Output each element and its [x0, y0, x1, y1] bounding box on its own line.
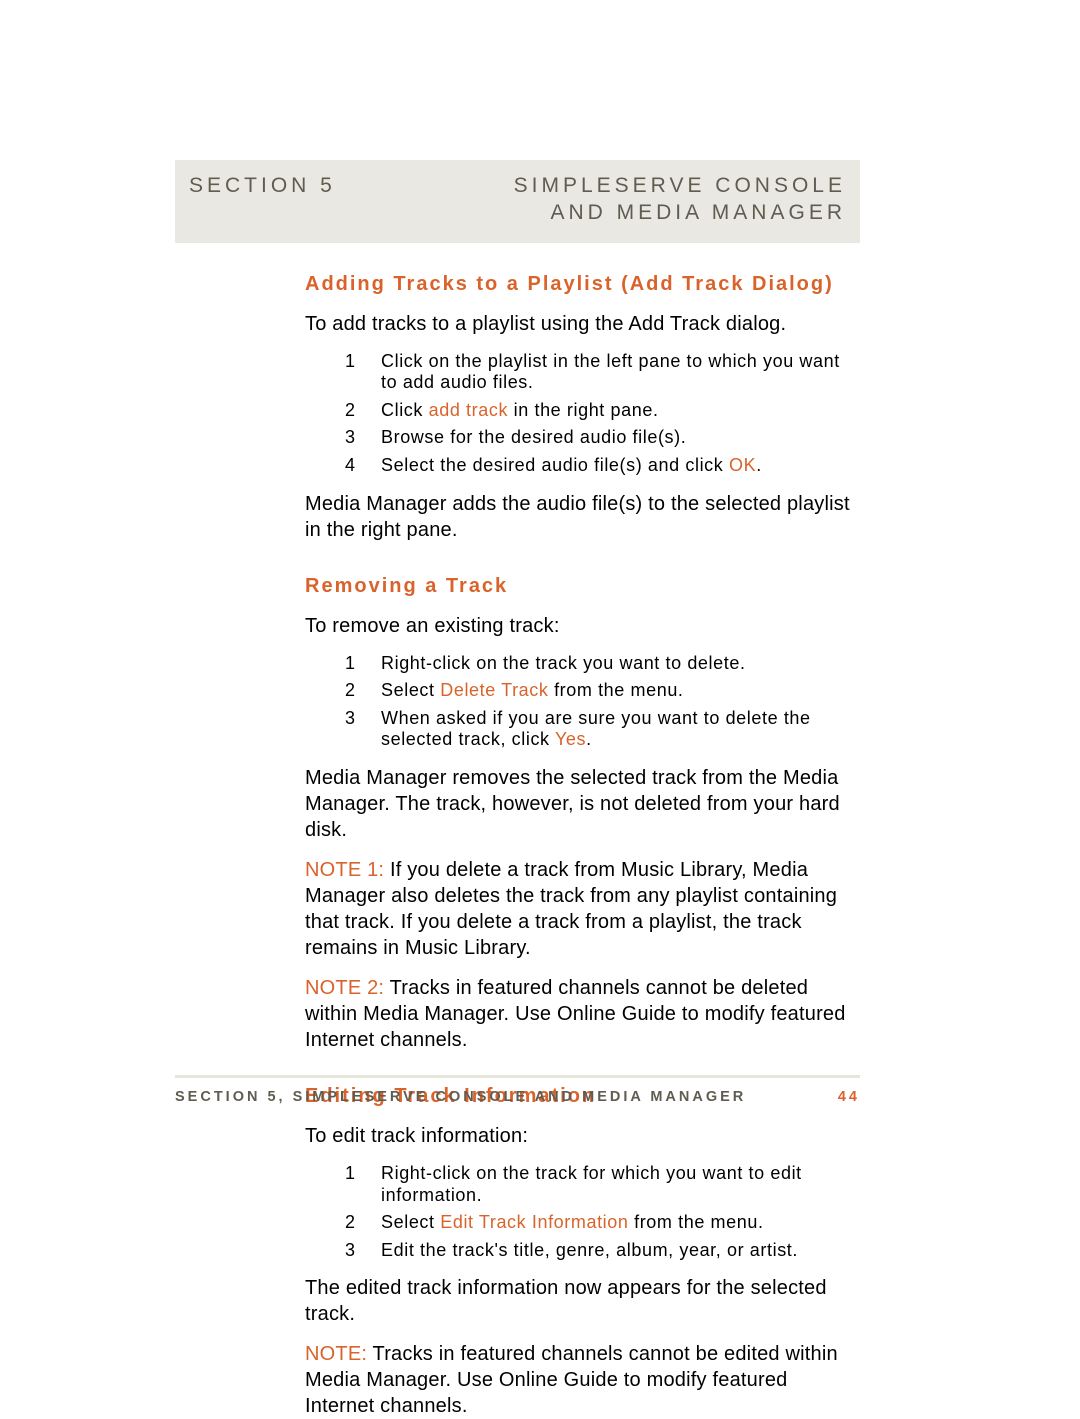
adding-steps: Click on the playlist in the left pane t… [345, 351, 860, 477]
page-number: 44 [838, 1088, 860, 1107]
section-title-line1: SIMPLESERVE CONSOLE [514, 172, 846, 199]
ok-action: OK [729, 455, 756, 475]
adding-intro: To add tracks to a playlist using the Ad… [305, 311, 860, 337]
removing-step-2: Select Delete Track from the menu. [345, 680, 860, 702]
adding-step-3: Browse for the desired audio file(s). [345, 427, 860, 449]
heading-adding-tracks: Adding Tracks to a Playlist (Add Track D… [305, 271, 860, 297]
removing-step-1: Right-click on the track you want to del… [345, 653, 860, 675]
removing-step2-a: Select [381, 680, 440, 700]
editing-steps: Right-click on the track for which you w… [345, 1163, 860, 1261]
delete-track-action: Delete Track [440, 680, 548, 700]
removing-step3-b: . [586, 729, 592, 749]
adding-outro: Media Manager adds the audio file(s) to … [305, 491, 860, 543]
heading-removing-track: Removing a Track [305, 573, 860, 599]
section-title: SIMPLESERVE CONSOLE AND MEDIA MANAGER [514, 172, 846, 227]
note1-label: NOTE 1: [305, 859, 384, 881]
editing-note-label: NOTE: [305, 1343, 367, 1365]
removing-note2: NOTE 2: Tracks in featured channels cann… [305, 975, 860, 1053]
editing-step2-b: from the menu. [629, 1212, 764, 1232]
note2-label: NOTE 2: [305, 977, 384, 999]
removing-outro: Media Manager removes the selected track… [305, 765, 860, 843]
adding-step4-b: . [756, 455, 762, 475]
editing-outro: The edited track information now appears… [305, 1275, 860, 1327]
adding-step-4: Select the desired audio file(s) and cli… [345, 455, 860, 477]
section-label: SECTION 5 [189, 172, 336, 199]
adding-step2-b: in the right pane. [508, 400, 659, 420]
editing-step-1: Right-click on the track for which you w… [345, 1163, 860, 1206]
editing-step-3: Edit the track's title, genre, album, ye… [345, 1240, 860, 1262]
add-track-action: add track [429, 400, 508, 420]
editing-note: NOTE: Tracks in featured channels cannot… [305, 1341, 860, 1419]
note1-text: If you delete a track from Music Library… [305, 859, 837, 959]
footer-text: SECTION 5, SIMPLESERVE CONSOLE AND MEDIA… [175, 1088, 746, 1107]
section-banner: SECTION 5 SIMPLESERVE CONSOLE AND MEDIA … [175, 160, 860, 243]
adding-step4-a: Select the desired audio file(s) and cli… [381, 455, 729, 475]
editing-intro: To edit track information: [305, 1123, 860, 1149]
removing-step3-a: When asked if you are sure you want to d… [381, 708, 811, 750]
removing-note1: NOTE 1: If you delete a track from Music… [305, 857, 860, 961]
adding-step2-a: Click [381, 400, 429, 420]
editing-step-2: Select Edit Track Information from the m… [345, 1212, 860, 1234]
edit-track-info-action: Edit Track Information [440, 1212, 628, 1232]
page-footer: SECTION 5, SIMPLESERVE CONSOLE AND MEDIA… [175, 1075, 860, 1107]
removing-step-3: When asked if you are sure you want to d… [345, 708, 860, 751]
editing-step2-a: Select [381, 1212, 440, 1232]
note2-text: Tracks in featured channels cannot be de… [305, 977, 846, 1051]
removing-intro: To remove an existing track: [305, 613, 860, 639]
removing-steps: Right-click on the track you want to del… [345, 653, 860, 751]
adding-step-1: Click on the playlist in the left pane t… [345, 351, 860, 394]
yes-action: Yes [555, 729, 586, 749]
removing-step2-b: from the menu. [548, 680, 683, 700]
section-title-line2: AND MEDIA MANAGER [514, 199, 846, 226]
editing-note-text: Tracks in featured channels cannot be ed… [305, 1343, 838, 1417]
adding-step-2: Click add track in the right pane. [345, 400, 860, 422]
